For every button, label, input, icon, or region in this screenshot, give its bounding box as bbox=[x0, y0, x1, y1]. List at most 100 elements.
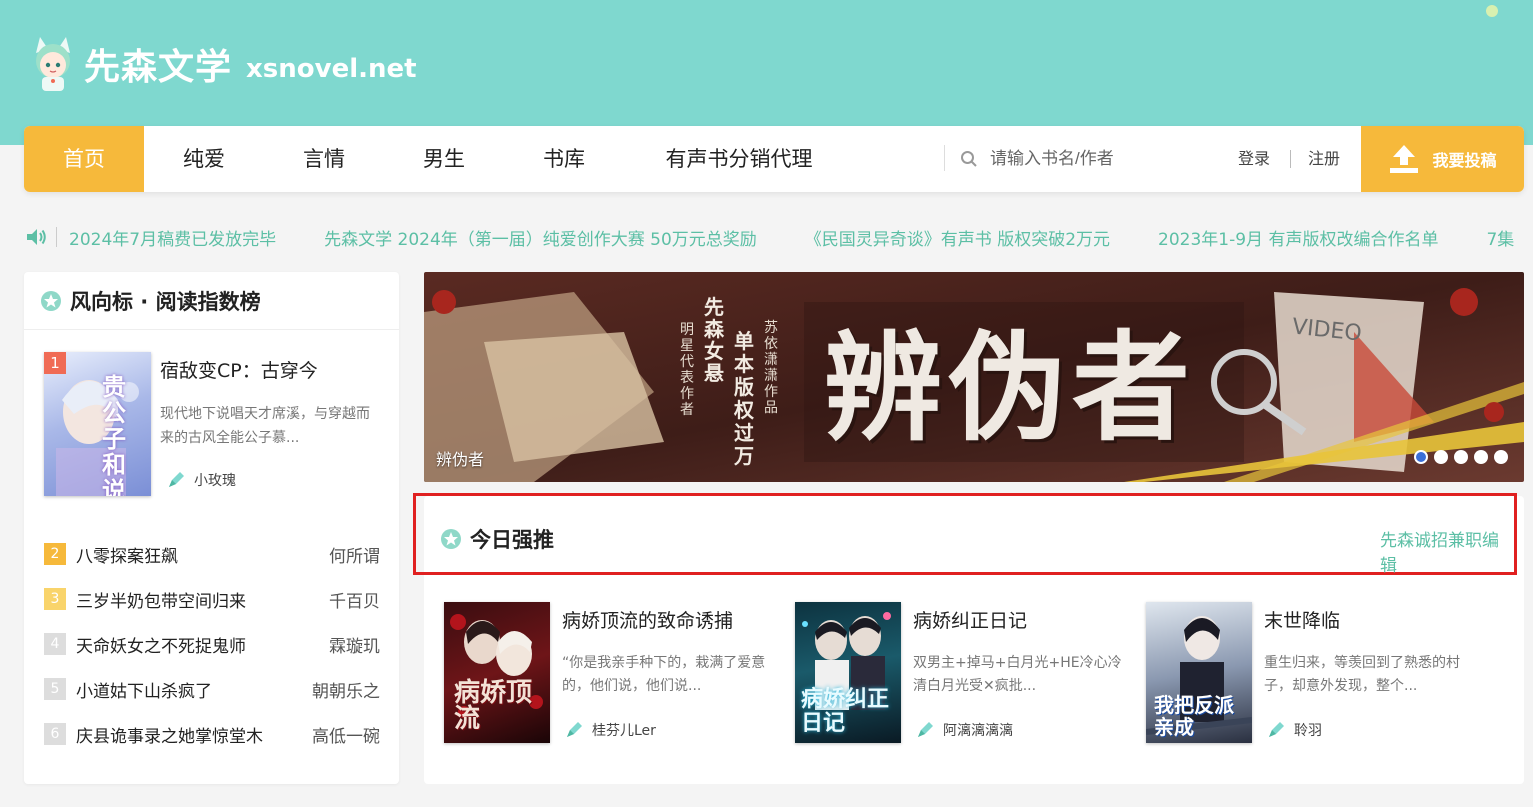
rank-book-title: 天命妖女之不死捉鬼师 bbox=[76, 636, 246, 657]
recommend-book[interactable]: 病娇纠正日记 病娇纠正日记 双男主+掉马+白月光+HE冷心冷清白月光受✕疯批..… bbox=[795, 602, 1125, 744]
book-cover: 我把反派亲成 bbox=[1146, 602, 1252, 743]
rank-number: 6 bbox=[44, 723, 66, 745]
book-desc: 双男主+掉马+白月光+HE冷心冷清白月光受✕疯批... bbox=[913, 655, 1122, 694]
banner-caption: 辨伪者 bbox=[436, 450, 485, 469]
logo-text-cn: 先森文学 bbox=[84, 47, 233, 88]
recommend-header: 今日强推 先森诚招兼职编辑 bbox=[440, 510, 1510, 576]
banner-headline: 辨伪者 bbox=[824, 319, 1197, 457]
rank-book-title: 八零探案狂飙 bbox=[76, 546, 178, 567]
upload-icon bbox=[1390, 145, 1419, 173]
register-link[interactable]: 注册 bbox=[1308, 126, 1340, 192]
rank-book-author: 高低一碗 bbox=[312, 726, 380, 747]
rank-number: 3 bbox=[44, 588, 66, 610]
book-desc: 现代地下说唱天才席溪，与穿越而来的古风全能公子慕... bbox=[160, 406, 370, 446]
book-author[interactable]: 桂芬儿Ler bbox=[564, 720, 656, 740]
nav-home[interactable]: 首页 bbox=[24, 126, 144, 192]
search-icon[interactable] bbox=[960, 150, 978, 168]
search-divider bbox=[944, 145, 945, 171]
top-ranked-book[interactable]: 贵公子和说唱手 1 宿敌变CP：古穿今 现代地下说唱天才席溪，与穿越而来的古风全… bbox=[44, 352, 384, 498]
carousel-dot[interactable] bbox=[1454, 450, 1468, 464]
nav-chunai[interactable]: 纯爱 bbox=[144, 126, 264, 192]
notice-ticker: 2024年7月稿费已发放完毕 先森文学 2024年（第一届）纯爱创作大赛 50万… bbox=[24, 222, 1533, 252]
book-cover: 病娇纠正日记 bbox=[795, 602, 901, 743]
carousel-dot[interactable] bbox=[1494, 450, 1508, 464]
search-input[interactable] bbox=[990, 149, 1190, 169]
book-cover: 病娇顶流 bbox=[444, 602, 550, 743]
book-author[interactable]: 小玫瑰 bbox=[166, 470, 236, 490]
banner-side-text: 单本版权过万 bbox=[734, 329, 754, 468]
pen-icon bbox=[567, 722, 582, 737]
site-logo[interactable]: 先森文学 xsnovel.net bbox=[28, 32, 417, 96]
pen-icon bbox=[169, 472, 184, 487]
notice-item[interactable]: 2023年1-9月 有声版权改编合作名单 bbox=[1158, 225, 1438, 250]
decorative-dot bbox=[1486, 5, 1498, 17]
book-desc: “你是我亲手种下的，栽满了爱意的，他们说，他们说... bbox=[562, 655, 766, 694]
recruit-editor-link[interactable]: 先森诚招兼职编辑 bbox=[1380, 526, 1510, 576]
notice-item[interactable]: 先森文学 2024年（第一届）纯爱创作大赛 50万元总奖励 bbox=[324, 225, 757, 250]
ranking-row[interactable]: 5 小道姑下山杀疯了 朝朝乐之 bbox=[44, 677, 380, 702]
submit-manuscript-button[interactable]: 我要投稿 bbox=[1361, 126, 1524, 192]
notice-item[interactable]: 2024年7月稿费已发放完毕 bbox=[69, 225, 276, 250]
banner-side-text: 明星代表作者 bbox=[680, 322, 694, 418]
recommend-book[interactable]: 我把反派亲成 末世降临 重生归来，等羡回到了熟悉的村子，却意外发现，整个... … bbox=[1146, 602, 1476, 744]
author-name: 小玫瑰 bbox=[194, 473, 236, 489]
nav-yanqing[interactable]: 言情 bbox=[264, 126, 384, 192]
cover-title-text: 贵公子和说唱手 bbox=[102, 373, 126, 496]
pen-icon bbox=[918, 722, 933, 737]
rank-number: 2 bbox=[44, 543, 66, 565]
notice-item[interactable]: 7集 bbox=[1486, 225, 1514, 250]
cover-title-text: 我把反派亲成 bbox=[1154, 693, 1234, 739]
banner-carousel[interactable]: 辨伪者 先森女悬 单本版权过万 苏依潇潇 作品 明星代表作者 VIDEO 辨伪者 bbox=[424, 272, 1524, 482]
author-name: 阿漓漓漓漓 bbox=[943, 723, 1013, 739]
rank-number: 5 bbox=[44, 678, 66, 700]
rank-book-title: 庆县诡事录之她掌惊堂木 bbox=[76, 726, 263, 747]
banner-side-text: 先森女悬 bbox=[704, 295, 724, 385]
header-banner: 先森文学 xsnovel.net bbox=[0, 0, 1533, 145]
book-cover: 贵公子和说唱手 1 bbox=[44, 352, 151, 496]
rank-book-author: 朝朝乐之 bbox=[312, 681, 380, 702]
nav-nansheng[interactable]: 男生 bbox=[384, 126, 504, 192]
auth-divider bbox=[1290, 150, 1291, 168]
ranking-row[interactable]: 2 八零探案狂飙 何所谓 bbox=[44, 542, 380, 567]
speaker-icon bbox=[27, 229, 46, 245]
login-link[interactable]: 登录 bbox=[1238, 126, 1270, 192]
rank-number: 4 bbox=[44, 633, 66, 655]
ranking-title: 风向标 · 阅读指数榜 bbox=[70, 289, 261, 314]
rank-book-author: 霖璇玑 bbox=[329, 636, 380, 657]
cover-title-text: 病娇纠正日记 bbox=[801, 687, 890, 736]
book-author[interactable]: 阿漓漓漓漓 bbox=[915, 720, 1013, 740]
book-title[interactable]: 病娇纠正日记 bbox=[913, 606, 1027, 633]
recommend-title: 今日强推 bbox=[470, 528, 554, 552]
book-author[interactable]: 聆羽 bbox=[1266, 720, 1322, 740]
book-desc: 重生归来，等羡回到了熟悉的村子，却意外发现，整个... bbox=[1264, 655, 1460, 694]
book-title[interactable]: 末世降临 bbox=[1264, 606, 1340, 633]
mascot-logo-icon bbox=[36, 37, 70, 91]
rank-book-title: 三岁半奶包带空间归来 bbox=[76, 591, 246, 612]
nav-audiobook-agent[interactable]: 有声书分销代理 bbox=[644, 126, 834, 192]
ranking-panel: 风向标 · 阅读指数榜 贵公子和说唱手 1 宿敌变CP：古穿今 现代地下说唱天才… bbox=[24, 272, 399, 784]
rank-badge: 1 bbox=[44, 352, 66, 374]
submit-label: 我要投稿 bbox=[1432, 151, 1497, 170]
flower-icon bbox=[441, 529, 461, 549]
ranking-row[interactable]: 6 庆县诡事录之她掌惊堂木 高低一碗 bbox=[44, 722, 380, 747]
carousel-dot[interactable] bbox=[1414, 450, 1428, 464]
recommend-book[interactable]: 病娇顶流 病娇顶流的致命诱捕 “你是我亲手种下的，栽满了爱意的，他们说，他们说.… bbox=[444, 602, 774, 744]
rank-book-author: 千百贝 bbox=[329, 591, 380, 612]
flower-icon bbox=[41, 290, 61, 311]
author-name: 聆羽 bbox=[1294, 723, 1322, 739]
carousel-dot[interactable] bbox=[1434, 450, 1448, 464]
ranking-row[interactable]: 3 三岁半奶包带空间归来 千百贝 bbox=[44, 587, 380, 612]
main-nav: 首页 纯爱 言情 男生 书库 有声书分销代理 登录 注册 我要投稿 bbox=[24, 126, 1524, 192]
book-title[interactable]: 病娇顶流的致命诱捕 bbox=[562, 606, 733, 633]
ranking-row[interactable]: 4 天命妖女之不死捉鬼师 霖璇玑 bbox=[44, 632, 380, 657]
search-box bbox=[960, 144, 1210, 174]
carousel-dot[interactable] bbox=[1474, 450, 1488, 464]
nav-shuku[interactable]: 书库 bbox=[504, 126, 624, 192]
logo-domain: xsnovel.net bbox=[246, 54, 417, 84]
book-title[interactable]: 宿敌变CP：古穿今 bbox=[160, 356, 318, 383]
rank-book-author: 何所谓 bbox=[329, 546, 380, 567]
carousel-dots bbox=[1408, 450, 1508, 464]
notice-divider bbox=[56, 227, 57, 247]
notice-item[interactable]: 《民国灵异奇谈》有声书 版权突破2万元 bbox=[805, 225, 1110, 250]
ranking-header: 风向标 · 阅读指数榜 bbox=[24, 272, 399, 330]
